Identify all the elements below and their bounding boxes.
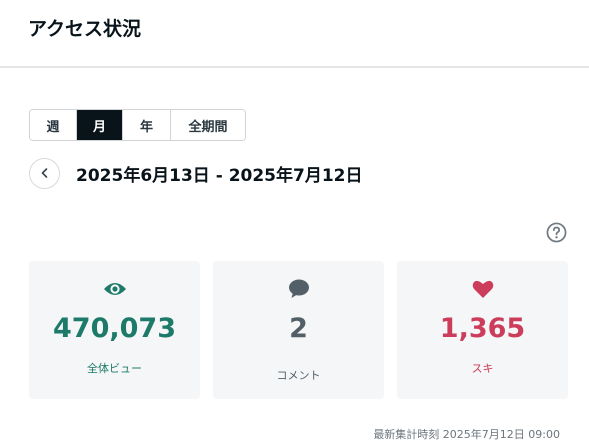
- page-title: アクセス状況: [28, 18, 142, 40]
- chevron-left-icon: [41, 168, 47, 178]
- speech-bubble-icon: [287, 278, 311, 300]
- comments-label: コメント: [276, 369, 321, 382]
- date-range-row: 2025年6月13日 - 2025年7月12日: [29, 157, 363, 189]
- tab-month[interactable]: 月: [77, 110, 123, 140]
- likes-value: 1,365: [439, 313, 526, 344]
- tab-all-time[interactable]: 全期間: [171, 110, 245, 140]
- views-label: 全体ビュー: [87, 362, 142, 375]
- likes-card: 1,365 スキ: [397, 261, 568, 399]
- views-card: 470,073 全体ビュー: [29, 261, 200, 399]
- prev-period-button[interactable]: [29, 157, 60, 189]
- tab-week[interactable]: 週: [30, 110, 77, 140]
- question-circle-icon[interactable]: [546, 222, 567, 243]
- likes-label: スキ: [471, 362, 494, 375]
- comments-value: 2: [289, 313, 308, 344]
- header: アクセス状況: [0, 0, 589, 68]
- views-value: 470,073: [53, 313, 176, 344]
- date-range-text: 2025年6月13日 - 2025年7月12日: [76, 165, 363, 186]
- last-updated-text: 最新集計時刻 2025年7月12日 09:00: [373, 428, 560, 441]
- eye-icon: [103, 278, 127, 300]
- comments-card: 2 コメント: [213, 261, 384, 399]
- period-tabs: 週 月 年 全期間: [29, 109, 246, 141]
- tab-year[interactable]: 年: [123, 110, 171, 140]
- heart-icon: [471, 278, 495, 300]
